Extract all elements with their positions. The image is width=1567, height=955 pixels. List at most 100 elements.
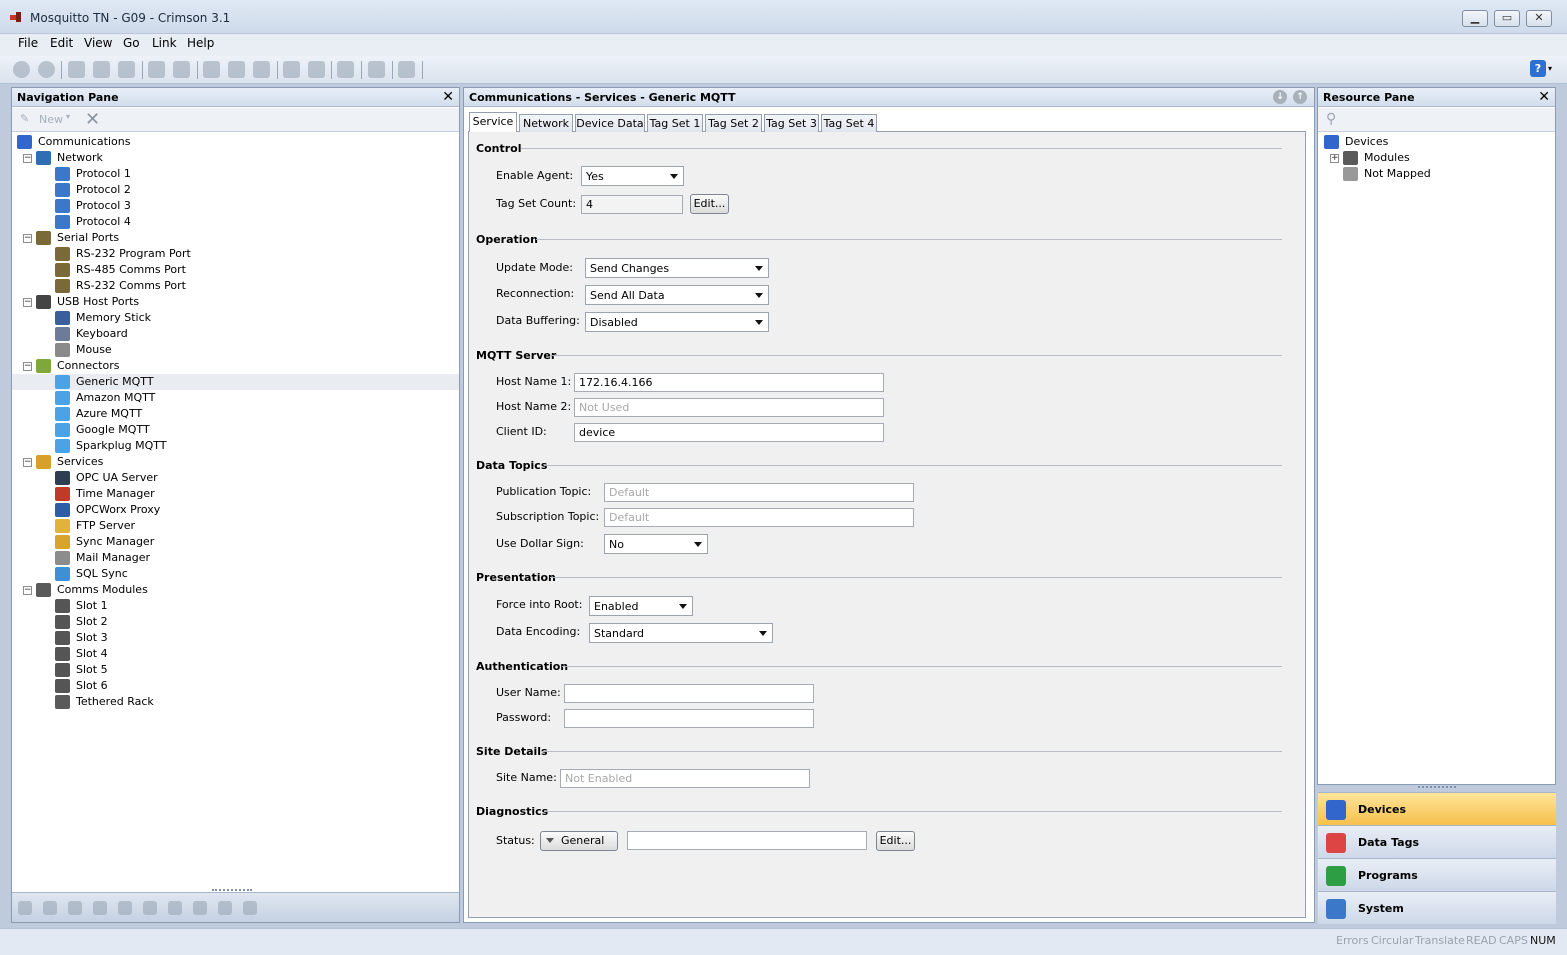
- menu-go[interactable]: Go: [123, 36, 140, 50]
- tab-service[interactable]: Service: [469, 112, 517, 132]
- tree-item[interactable]: − Network: [12, 150, 459, 166]
- maximize-button[interactable]: ▭: [1494, 10, 1520, 27]
- tree-item[interactable]: Protocol 2: [12, 182, 459, 198]
- tree-item[interactable]: Sync Manager: [12, 534, 459, 550]
- data-buffering-select[interactable]: Disabled: [585, 312, 769, 332]
- tree-item[interactable]: OPCWorx Proxy: [12, 502, 459, 518]
- help-icon[interactable]: ?: [1530, 60, 1546, 77]
- tree-item[interactable]: Azure MQTT: [12, 406, 459, 422]
- tree-item[interactable]: − USB Host Ports: [12, 294, 459, 310]
- category-icon[interactable]: [93, 901, 107, 915]
- paste-icon[interactable]: [253, 61, 270, 78]
- tree-item[interactable]: Protocol 4: [12, 214, 459, 230]
- tree-item[interactable]: Communications: [12, 134, 459, 150]
- cut-icon[interactable]: [203, 61, 220, 78]
- menu-file[interactable]: File: [18, 36, 38, 50]
- category-icon[interactable]: [118, 901, 132, 915]
- screen-icon[interactable]: [368, 61, 385, 78]
- status-edit-button[interactable]: Edit...: [876, 831, 915, 851]
- client-id-field[interactable]: device: [574, 423, 884, 442]
- use-dollar-sign-select[interactable]: No: [604, 534, 708, 554]
- tree-item[interactable]: Google MQTT: [12, 422, 459, 438]
- wand-icon[interactable]: [398, 61, 415, 78]
- force-into-root-select[interactable]: Enabled: [589, 596, 693, 616]
- collapse-icon[interactable]: −: [23, 586, 32, 595]
- reconnection-select[interactable]: Send All Data: [585, 285, 769, 305]
- tree-item[interactable]: Generic MQTT: [12, 374, 459, 390]
- tree-item[interactable]: Slot 5: [12, 662, 459, 678]
- category-icon[interactable]: [193, 901, 207, 915]
- enable-agent-select[interactable]: Yes: [581, 166, 684, 186]
- tab-tag-set-4[interactable]: Tag Set 4: [821, 114, 877, 132]
- menu-edit[interactable]: Edit: [50, 36, 73, 50]
- status-field[interactable]: [627, 831, 867, 850]
- open-file-icon[interactable]: [93, 61, 110, 78]
- link-icon[interactable]: [337, 61, 354, 78]
- tree-item[interactable]: Slot 6: [12, 678, 459, 694]
- copy-icon[interactable]: [228, 61, 245, 78]
- find-icon[interactable]: [283, 61, 300, 78]
- category-icon[interactable]: [18, 901, 32, 915]
- category-icon[interactable]: [43, 901, 57, 915]
- tree-item[interactable]: Protocol 3: [12, 198, 459, 214]
- tree-item[interactable]: Mouse: [12, 342, 459, 358]
- tree-item[interactable]: Slot 1: [12, 598, 459, 614]
- minimize-button[interactable]: ▁: [1462, 10, 1488, 27]
- tag-set-count-edit-button[interactable]: Edit...: [690, 194, 729, 214]
- update-mode-select[interactable]: Send Changes: [585, 258, 769, 278]
- new-file-icon[interactable]: [68, 61, 85, 78]
- tree-item[interactable]: Keyboard: [12, 326, 459, 342]
- close-window-button[interactable]: ✕: [1526, 10, 1552, 27]
- import-icon[interactable]: [148, 61, 165, 78]
- print-icon[interactable]: [308, 61, 325, 78]
- tree-item[interactable]: FTP Server: [12, 518, 459, 534]
- tree-item[interactable]: − Comms Modules: [12, 582, 459, 598]
- close-icon[interactable]: ✕: [1538, 90, 1550, 104]
- password-field[interactable]: [564, 709, 814, 728]
- help-dropdown-icon[interactable]: ▾: [1548, 64, 1552, 73]
- tree-item[interactable]: − Connectors: [12, 358, 459, 374]
- tag-set-count-field[interactable]: 4: [581, 195, 683, 214]
- menu-help[interactable]: Help: [187, 36, 214, 50]
- new-dropdown-icon[interactable]: ▾: [66, 112, 70, 121]
- category-icon[interactable]: [143, 901, 157, 915]
- nav-button-devices[interactable]: Devices: [1318, 792, 1556, 825]
- tab-tag-set-2[interactable]: Tag Set 2: [705, 114, 762, 132]
- category-icon[interactable]: [68, 901, 82, 915]
- collapse-icon[interactable]: −: [23, 298, 32, 307]
- tree-item[interactable]: Slot 4: [12, 646, 459, 662]
- host-name-1-field[interactable]: 172.16.4.166: [574, 373, 884, 392]
- collapse-icon[interactable]: −: [23, 234, 32, 243]
- delete-icon[interactable]: ✕: [85, 109, 100, 130]
- export-icon[interactable]: [173, 61, 190, 78]
- tree-item[interactable]: RS-485 Comms Port: [12, 262, 459, 278]
- category-icon[interactable]: [243, 901, 257, 915]
- expand-icon[interactable]: +: [1330, 154, 1339, 163]
- tree-item[interactable]: Memory Stick: [12, 310, 459, 326]
- user-name-field[interactable]: [564, 684, 814, 703]
- tab-tag-set-3[interactable]: Tag Set 3: [764, 114, 819, 132]
- arrow-down-icon[interactable]: ↓: [1273, 90, 1287, 104]
- host-name-2-field[interactable]: Not Used: [574, 398, 884, 417]
- tree-item[interactable]: Protocol 1: [12, 166, 459, 182]
- collapse-icon[interactable]: −: [23, 458, 32, 467]
- back-icon[interactable]: [13, 61, 30, 78]
- tree-item[interactable]: Tethered Rack: [12, 694, 459, 710]
- tree-item[interactable]: RS-232 Comms Port: [12, 278, 459, 294]
- data-encoding-select[interactable]: Standard: [589, 623, 773, 643]
- tree-item[interactable]: Slot 2: [12, 614, 459, 630]
- category-icon[interactable]: [218, 901, 232, 915]
- category-icon[interactable]: [168, 901, 182, 915]
- tab-device-data[interactable]: Device Data: [575, 114, 645, 132]
- nav-button-data-tags[interactable]: Data Tags: [1318, 825, 1556, 858]
- tree-item[interactable]: − Services: [12, 454, 459, 470]
- tree-item[interactable]: RS-232 Program Port: [12, 246, 459, 262]
- save-icon[interactable]: [118, 61, 135, 78]
- close-icon[interactable]: ✕: [442, 90, 454, 104]
- tree-item[interactable]: Time Manager: [12, 486, 459, 502]
- tab-tag-set-1[interactable]: Tag Set 1: [647, 114, 703, 132]
- tree-item[interactable]: + Modules: [1318, 150, 1555, 166]
- nav-button-programs[interactable]: Programs: [1318, 858, 1556, 891]
- tree-item[interactable]: Mail Manager: [12, 550, 459, 566]
- new-button[interactable]: New: [39, 113, 63, 126]
